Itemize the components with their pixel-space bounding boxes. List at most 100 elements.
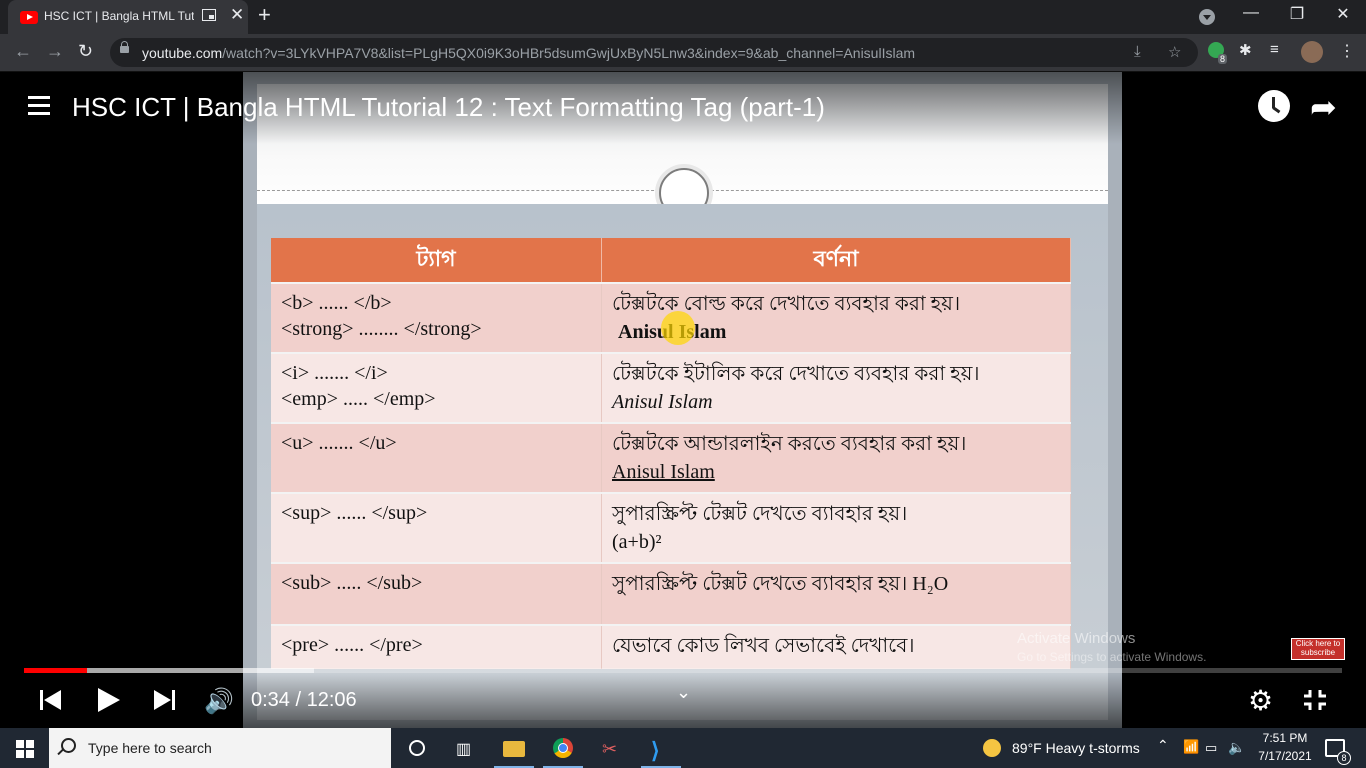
browser-tab-active[interactable]: HSC ICT | Bangla HTML Tutorial 12 ✕	[8, 0, 248, 34]
windows-start-icon[interactable]	[16, 740, 34, 758]
table-header-row: ট্যাগ বর্ণনা	[271, 238, 1071, 283]
video-title[interactable]: HSC ICT | Bangla HTML Tutorial 12 : Text…	[72, 92, 825, 123]
tab-title: HSC ICT | Bangla HTML Tutorial 12	[44, 9, 194, 23]
network-icon[interactable]: 📶	[1183, 739, 1199, 755]
tag-cell: <i> ....... </i> <emp> ..... </emp>	[271, 352, 602, 423]
extensions-puzzle-icon[interactable]: ✱	[1239, 41, 1252, 59]
underline-example: Anisul Islam	[612, 461, 715, 483]
next-icon[interactable]	[154, 688, 176, 712]
tray-overflow-icon[interactable]: ⌃	[1157, 737, 1169, 754]
exit-fullscreen-icon[interactable]	[1302, 688, 1328, 712]
description-text: সুপারস্ক্রিপ্ট টেক্সট দেখতে ব্যাবহার হয়…	[612, 503, 908, 525]
table-row: <sup> ...... </sup> সুপারস্ক্রিপ্ট টেক্স…	[271, 492, 1071, 563]
description-text: যেভাবে কোড লিখব সেভাবেই দেখাবে।	[612, 635, 915, 657]
tag-text: <b> ...... </b>	[281, 292, 392, 314]
back-icon[interactable]: ←	[14, 41, 32, 62]
time-current: 0:34	[251, 689, 290, 711]
restore-icon[interactable]: ❐	[1274, 4, 1320, 24]
search-placeholder: Type here to search	[88, 740, 212, 756]
cortana-icon[interactable]	[409, 740, 425, 756]
bookmark-star-icon[interactable]: ☆	[1168, 43, 1181, 61]
superscript-example: (a+b)²	[612, 531, 662, 553]
description-cell: টেক্সটকে আন্ডারলাইন করতে ব্যবহার করা হয়…	[601, 422, 1071, 493]
play-icon[interactable]	[98, 688, 120, 712]
snipping-tool-icon[interactable]: ✂	[602, 739, 617, 760]
youtube-favicon-icon	[20, 11, 38, 24]
tag-cell: <b> ...... </b> <strong> ........ </stron…	[271, 282, 602, 353]
address-bar[interactable]: youtube.com/watch?v=3LYkVHPA7V8&list=PLg…	[110, 38, 1198, 67]
speaker-icon[interactable]: 🔈	[1228, 739, 1245, 756]
chevron-down-icon[interactable]: ⌄	[676, 682, 691, 703]
description-cell: সুপারস্ক্রিপ্ট টেক্সট দেখতে ব্যাবহার হয়…	[601, 562, 1071, 625]
time-display: 0:34 / 12:06	[251, 689, 357, 712]
previous-icon[interactable]	[40, 688, 62, 712]
reload-icon[interactable]: ↻	[78, 41, 93, 62]
description-cell: সুপারস্ক্রিপ্ট টেক্সট দেখতে ব্যাবহার হয়…	[601, 492, 1071, 563]
file-explorer-icon	[503, 741, 525, 757]
video-frame[interactable]: ট্যাগ বর্ণনা <b> ...... </b> <strong> ...…	[243, 72, 1122, 728]
weather-icon[interactable]	[983, 739, 1001, 757]
minimize-icon[interactable]: —	[1228, 4, 1274, 22]
tag-text: <u> ....... </u>	[281, 432, 397, 454]
profile-avatar[interactable]	[1301, 41, 1323, 63]
tag-text: <i> ....... </i>	[281, 362, 388, 384]
time-separator: /	[289, 689, 307, 711]
playlist-menu-icon[interactable]	[28, 96, 50, 120]
player-top-bar: HSC ICT | Bangla HTML Tutorial 12 : Text…	[0, 72, 1366, 144]
tab-search-icon[interactable]	[1199, 9, 1215, 25]
battery-icon[interactable]: ▭	[1205, 740, 1217, 756]
tag-text-alt: <emp> ..... </emp>	[281, 388, 436, 410]
watch-later-icon[interactable]	[1258, 90, 1290, 122]
description-text: টেক্সটকে আন্ডারলাইন করতে ব্যবহার করা হয়…	[612, 433, 967, 455]
subscribe-overlay-button[interactable]: Click here to subscribe	[1291, 638, 1345, 660]
install-app-icon[interactable]: ⤓	[1134, 43, 1141, 60]
description-cell: যেভাবে কোড লিখব সেভাবেই দেখাবে।	[601, 624, 1071, 669]
weather-text[interactable]: 89°F Heavy t-storms	[1012, 740, 1140, 756]
search-icon	[61, 738, 76, 753]
slide-table: ট্যাগ বর্ণনা <b> ...... </b> <strong> ...…	[271, 238, 1071, 669]
activation-watermark-subtitle: Go to Settings to activate Windows.	[1017, 650, 1207, 664]
tag-cell: <u> ....... </u>	[271, 422, 602, 493]
media-control-icon[interactable]: ≡	[1270, 41, 1279, 58]
table-row: <sub> ..... </sub> সুপারস্ক্রিপ্ট টেক্সট…	[271, 562, 1071, 625]
column-header-tag: ট্যাগ	[271, 238, 602, 283]
share-icon[interactable]: ➦	[1310, 88, 1337, 126]
description-text: সুপারস্ক্রিপ্ট টেক্সট দেখতে ব্যাবহার হয়…	[612, 573, 908, 595]
tag-text-alt: <strong> ........ </strong>	[281, 318, 482, 340]
picture-in-picture-icon	[202, 9, 216, 21]
tab-close-icon[interactable]: ✕	[230, 5, 244, 25]
lock-icon[interactable]	[120, 41, 129, 53]
tag-text: <sub> ..... </sub>	[281, 572, 423, 594]
tag-text: <pre> ...... </pre>	[281, 634, 423, 656]
notification-count-badge: 8	[1337, 751, 1351, 765]
table-row: <i> ....... </i> <emp> ..... </emp> টেক্স…	[271, 352, 1071, 423]
volume-icon[interactable]: 🔊	[204, 687, 234, 716]
taskbar-search-box[interactable]: Type here to search	[49, 728, 391, 768]
new-tab-icon[interactable]: +	[258, 2, 271, 28]
url-text[interactable]: youtube.com/watch?v=3LYkVHPA7V8&list=PLg…	[142, 45, 915, 61]
tag-cell: <sup> ...... </sup>	[271, 492, 602, 563]
window-close-icon[interactable]: ✕	[1320, 4, 1366, 24]
time-total: 12:06	[306, 689, 357, 711]
activation-watermark-title: Activate Windows	[1017, 630, 1136, 647]
vscode-icon: ⟩	[651, 738, 660, 763]
progress-played	[24, 668, 87, 673]
browser-tab-strip: HSC ICT | Bangla HTML Tutorial 12 ✕ + — …	[0, 0, 1366, 34]
taskbar-clock-date[interactable]: 7/17/2021	[1252, 749, 1318, 763]
taskbar-vscode[interactable]	[637, 728, 685, 768]
italic-example: Anisul Islam	[612, 391, 713, 413]
tag-cell: <pre> ...... </pre>	[271, 624, 602, 669]
tag-text: <sup> ...... </sup>	[281, 502, 428, 524]
task-view-icon[interactable]: ▥	[456, 739, 471, 759]
forward-icon[interactable]: →	[46, 41, 64, 62]
column-header-description: বর্ণনা	[601, 238, 1071, 283]
taskbar-clock-time[interactable]: 7:51 PM	[1252, 731, 1318, 745]
cursor-highlight	[661, 311, 695, 345]
tag-cell: <sub> ..... </sub>	[271, 562, 602, 625]
settings-gear-icon[interactable]: ⚙	[1248, 684, 1273, 717]
subscript-example: H₂O	[912, 573, 949, 595]
chrome-menu-icon[interactable]: ⋮	[1339, 41, 1355, 61]
browser-toolbar: ← → ↻ youtube.com/watch?v=3LYkVHPA7V8&li…	[0, 34, 1366, 72]
description-cell: টেক্সটকে ইটালিক করে দেখাতে ব্যবহার করা হ…	[601, 352, 1071, 423]
chrome-icon	[553, 738, 573, 758]
